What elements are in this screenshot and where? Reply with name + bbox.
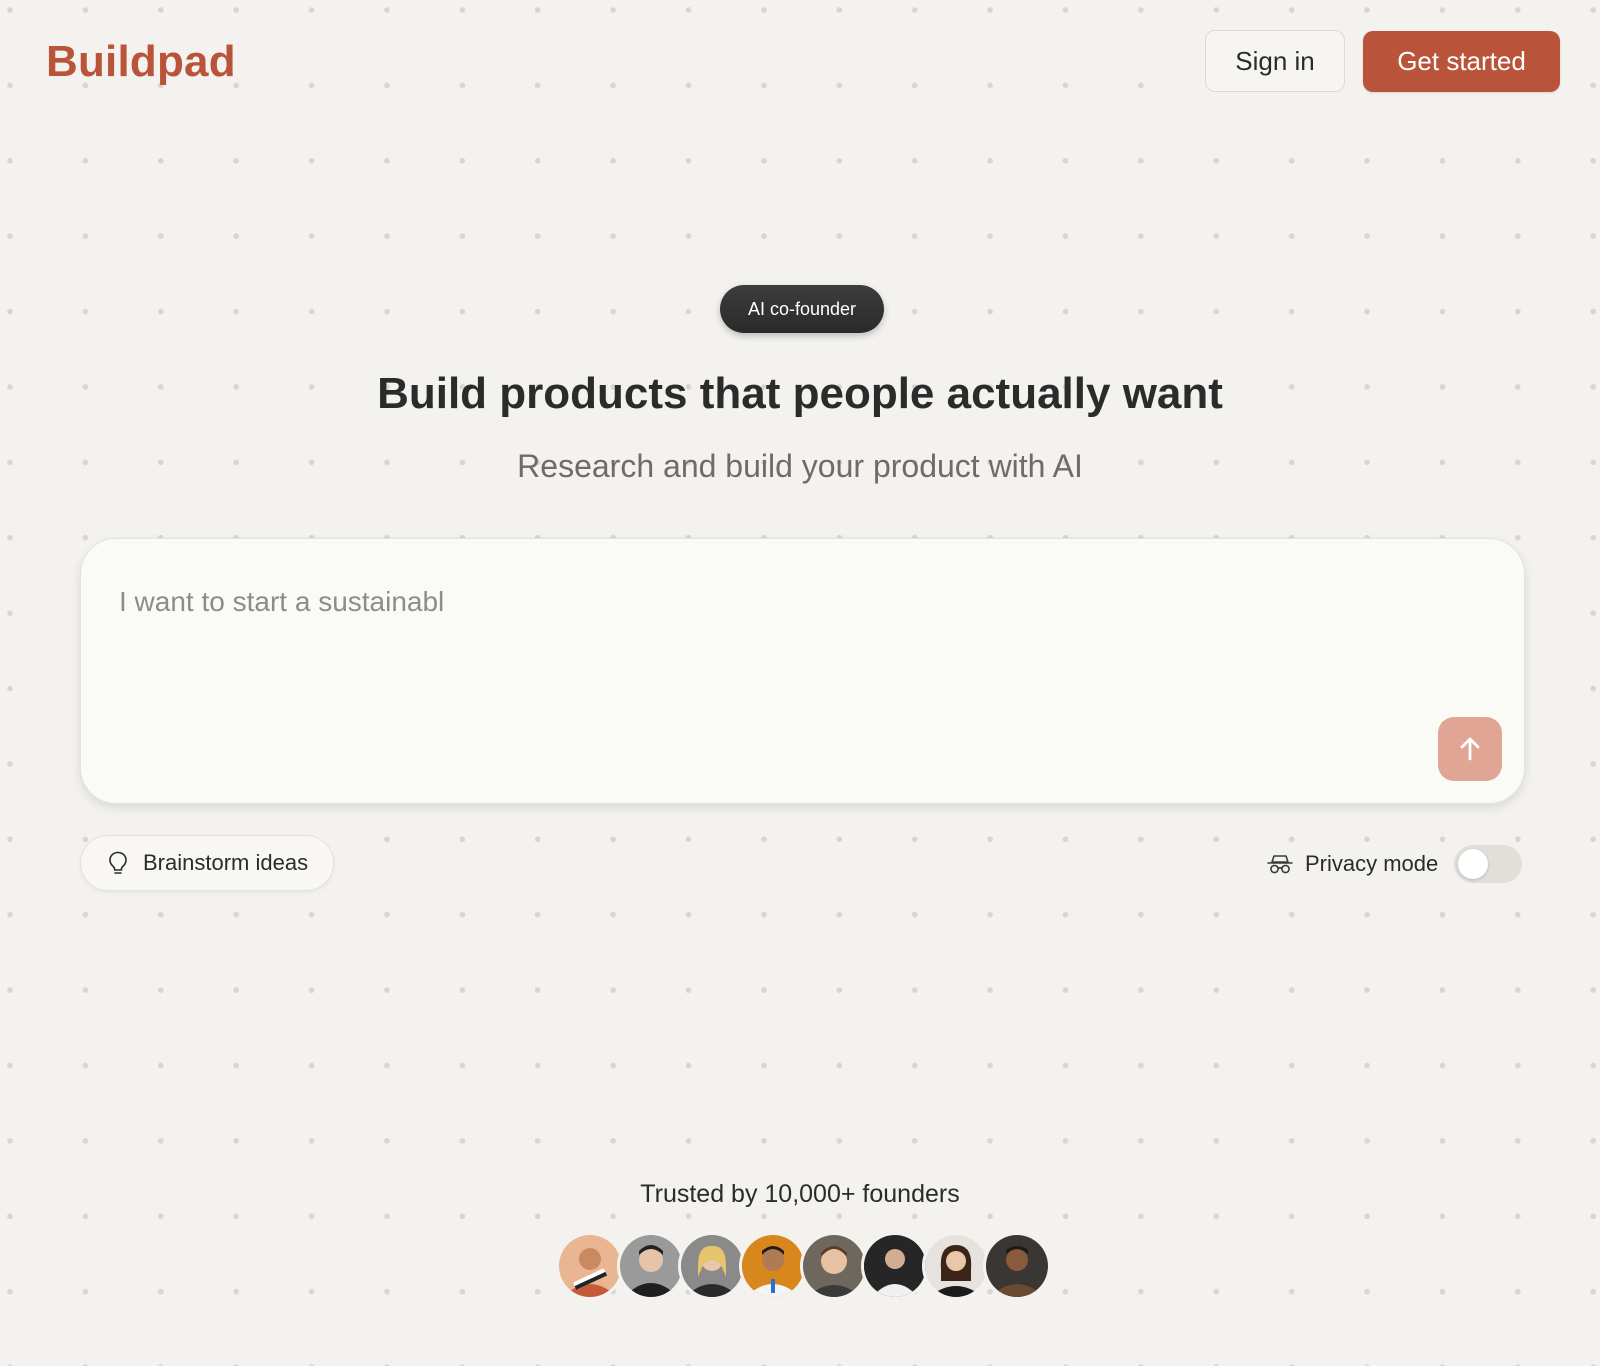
get-started-button[interactable]: Get started — [1363, 31, 1560, 92]
founder-avatars — [556, 1232, 1051, 1302]
sign-in-button[interactable]: Sign in — [1205, 30, 1345, 92]
founder-avatar-5 — [800, 1232, 868, 1300]
privacy-mode-control: Privacy mode — [1265, 842, 1523, 886]
privacy-mode-label: Privacy mode — [1305, 851, 1439, 876]
founder-avatar-4 — [739, 1232, 807, 1300]
prompt-box — [80, 538, 1525, 804]
lightbulb-icon — [105, 850, 131, 876]
page-title: Build products that people actually want — [377, 369, 1223, 418]
ai-cofounder-badge: AI co-founder — [720, 285, 884, 333]
founder-avatar-6 — [861, 1232, 929, 1300]
page-subtitle: Research and build your product with AI — [517, 448, 1083, 484]
arrow-up-icon — [1460, 737, 1480, 761]
trusted-by-text: Trusted by 10,000+ founders — [640, 1180, 960, 1208]
brand-logo[interactable]: Buildpad — [46, 36, 236, 88]
founder-avatar-7 — [922, 1232, 990, 1300]
founder-avatar-1 — [556, 1232, 624, 1300]
incognito-icon — [1265, 849, 1295, 879]
privacy-mode-toggle[interactable] — [1454, 845, 1523, 883]
brainstorm-ideas-button[interactable]: Brainstorm ideas — [80, 835, 334, 891]
founder-avatar-8 — [983, 1232, 1051, 1300]
brainstorm-ideas-label: Brainstorm ideas — [143, 850, 309, 875]
privacy-mode-toggle-knob — [1458, 849, 1489, 879]
send-button[interactable] — [1438, 717, 1502, 781]
founder-avatar-2 — [617, 1232, 685, 1300]
prompt-input[interactable] — [119, 577, 1319, 627]
founder-avatar-3 — [678, 1232, 746, 1300]
